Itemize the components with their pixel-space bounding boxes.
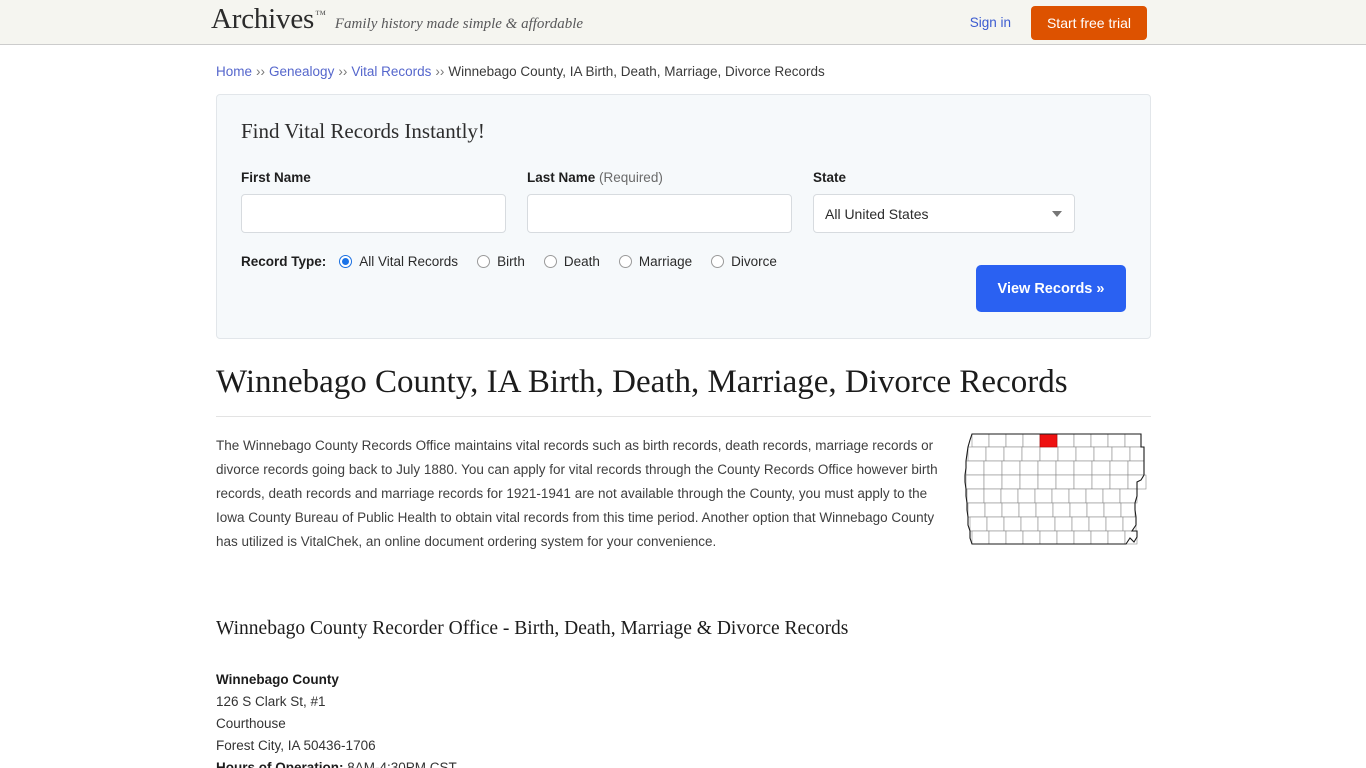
state-select[interactable]: All United States — [813, 194, 1075, 233]
radio-icon[interactable] — [619, 255, 632, 268]
last-name-label-text: Last Name — [527, 170, 595, 185]
intro-section: The Winnebago County Records Office main… — [216, 434, 1151, 564]
breadcrumb: Home ›› Genealogy ›› Vital Records ›› Winnebag… — [216, 45, 1151, 79]
state-select-value: All United States — [825, 206, 929, 222]
office-hours: Hours of Operation: 8AM-4:30PM CST — [216, 757, 1151, 768]
breadcrumb-item-vital-records[interactable]: Vital Records — [351, 64, 431, 79]
site-logo[interactable]: Archives ™ Family history made simple & … — [211, 5, 583, 34]
radio-icon-selected[interactable] — [339, 255, 352, 268]
first-name-field-group: First Name — [241, 170, 506, 233]
page-container: Home ›› Genealogy ›› Vital Records ›› Winnebag… — [215, 45, 1151, 768]
highlighted-county-winnebago — [1040, 434, 1057, 447]
sign-in-link[interactable]: Sign in — [970, 15, 1011, 30]
radio-label-divorce: Divorce — [731, 254, 777, 269]
trademark-icon: ™ — [315, 9, 326, 21]
office-name: Winnebago County — [216, 669, 1151, 691]
radio-label-all-vital-records: All Vital Records — [359, 254, 458, 269]
radio-label-death: Death — [564, 254, 600, 269]
brand-name: Archives — [211, 5, 314, 34]
first-name-label-text: First Name — [241, 170, 311, 185]
page-title: Winnebago County, IA Birth, Death, Marri… — [216, 364, 1151, 417]
site-header: Archives ™ Family history made simple & … — [0, 0, 1366, 45]
last-name-field-group: Last Name (Required) — [527, 170, 792, 233]
office-street: 126 S Clark St, #1 — [216, 691, 1151, 713]
breadcrumb-item-home[interactable]: Home — [216, 64, 252, 79]
search-panel-title: Find Vital Records Instantly! — [241, 119, 1126, 144]
iowa-county-map-image — [958, 430, 1163, 560]
office-hours-label: Hours of Operation: — [216, 760, 344, 768]
office-hours-value: 8AM-4:30PM CST — [347, 760, 457, 768]
breadcrumb-separator: ›› — [256, 64, 265, 79]
recorder-office-section-title: Winnebago County Recorder Office - Birth… — [216, 618, 1151, 640]
state-select-wrapper: All United States — [813, 194, 1075, 233]
header-actions: Sign in Start free trial — [970, 0, 1147, 45]
office-building: Courthouse — [216, 713, 1151, 735]
breadcrumb-item-current: Winnebago County, IA Birth, Death, Marri… — [448, 64, 824, 79]
radio-label-birth: Birth — [497, 254, 525, 269]
radio-icon[interactable] — [544, 255, 557, 268]
radio-divorce[interactable]: Divorce — [711, 254, 777, 269]
radio-icon[interactable] — [477, 255, 490, 268]
office-city-state-zip: Forest City, IA 50436-1706 — [216, 735, 1151, 757]
breadcrumb-separator: ›› — [435, 64, 444, 79]
last-name-input[interactable] — [527, 194, 792, 233]
state-field-group: State All United States — [813, 170, 1075, 233]
state-label: State — [813, 170, 1075, 185]
first-name-label: First Name — [241, 170, 506, 185]
record-type-label: Record Type: — [241, 254, 326, 269]
office-address-block: Winnebago County 126 S Clark St, #1 Cour… — [216, 669, 1151, 768]
breadcrumb-separator: ›› — [338, 64, 347, 79]
first-name-input[interactable] — [241, 194, 506, 233]
radio-all-vital-records[interactable]: All Vital Records — [339, 254, 458, 269]
radio-label-marriage: Marriage — [639, 254, 692, 269]
radio-marriage[interactable]: Marriage — [619, 254, 692, 269]
state-label-text: State — [813, 170, 846, 185]
intro-paragraph: The Winnebago County Records Office main… — [216, 434, 956, 554]
last-name-label: Last Name (Required) — [527, 170, 792, 185]
search-fields-row: First Name Last Name (Required) State Al… — [241, 170, 1126, 233]
radio-birth[interactable]: Birth — [477, 254, 525, 269]
brand-tagline: Family history made simple & affordable — [335, 16, 583, 33]
view-records-button[interactable]: View Records » — [976, 265, 1126, 312]
vital-records-search-panel: Find Vital Records Instantly! First Name… — [216, 94, 1151, 339]
radio-icon[interactable] — [711, 255, 724, 268]
breadcrumb-item-genealogy[interactable]: Genealogy — [269, 64, 334, 79]
radio-death[interactable]: Death — [544, 254, 600, 269]
last-name-required-note: (Required) — [599, 170, 663, 185]
start-free-trial-button[interactable]: Start free trial — [1031, 6, 1147, 40]
